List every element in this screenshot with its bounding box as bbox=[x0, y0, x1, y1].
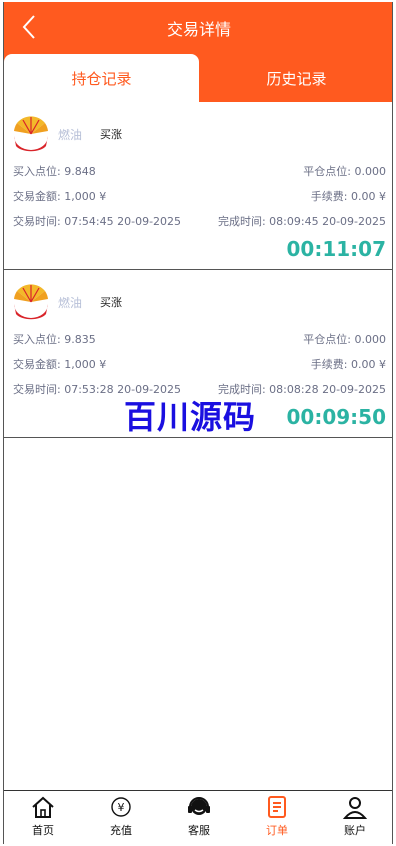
tabbar-account[interactable]: 账户 bbox=[316, 791, 392, 844]
trade-direction: 买涨 bbox=[100, 128, 123, 141]
header: 交易详情 持仓记录 历史记录 bbox=[4, 2, 392, 102]
order-card-head: 燃油 买涨 bbox=[12, 116, 122, 152]
app-frame: 交易详情 持仓记录 历史记录 燃油 买涨 买入点位: 9.848 平仓点位: 0… bbox=[3, 2, 393, 844]
fee: 手续费: 0.00 ¥ bbox=[310, 358, 386, 371]
order-card[interactable]: 燃油 买涨 买入点位: 9.848 平仓点位: 0.000 交易金额: 1,00… bbox=[4, 102, 392, 270]
trade-direction: 买涨 bbox=[100, 296, 123, 309]
yuan-coin-icon: ¥ bbox=[111, 797, 131, 817]
points-row: 买入点位: 9.848 平仓点位: 0.000 bbox=[13, 163, 386, 178]
trade-time: 交易时间: 07:54:45 20-09-2025 bbox=[13, 215, 182, 228]
order-card-head: 燃油 买涨 bbox=[12, 284, 122, 320]
product-name: 燃油 bbox=[58, 127, 83, 142]
tab-history-records[interactable]: 历史记录 bbox=[199, 54, 392, 102]
order-list: 燃油 买涨 买入点位: 9.848 平仓点位: 0.000 交易金额: 1,00… bbox=[4, 102, 392, 438]
tab-holding-records[interactable]: 持仓记录 bbox=[4, 54, 199, 102]
buy-point: 买入点位: 9.835 bbox=[13, 333, 96, 346]
amount-row: 交易金额: 1,000 ¥ 手续费: 0.00 ¥ bbox=[13, 188, 386, 203]
trade-amount: 交易金额: 1,000 ¥ bbox=[13, 358, 107, 371]
headset-icon bbox=[188, 797, 210, 815]
tabbar-support[interactable]: 客服 bbox=[160, 791, 238, 844]
tabbar-account-label: 账户 bbox=[344, 824, 366, 837]
close-point: 平仓点位: 0.000 bbox=[303, 333, 386, 346]
tabbar-orders[interactable]: 订单 bbox=[238, 791, 316, 844]
petrochina-logo-icon bbox=[14, 116, 48, 152]
trade-amount: 交易金额: 1,000 ¥ bbox=[13, 190, 107, 203]
tabbar-home-label: 首页 bbox=[32, 824, 54, 837]
document-icon bbox=[268, 796, 286, 818]
points-row: 买入点位: 9.835 平仓点位: 0.000 bbox=[13, 331, 386, 346]
amount-row: 交易金额: 1,000 ¥ 手续费: 0.00 ¥ bbox=[13, 356, 386, 371]
watermark: 百川源码 bbox=[124, 398, 257, 436]
finish-time: 完成时间: 08:09:45 20-09-2025 bbox=[217, 215, 386, 228]
user-icon bbox=[342, 797, 368, 819]
tabbar-orders-label: 订单 bbox=[266, 824, 288, 837]
buy-point: 买入点位: 9.848 bbox=[13, 165, 96, 178]
home-icon bbox=[32, 796, 54, 818]
countdown-timer: 00:09:50 bbox=[286, 405, 387, 429]
bottom-tab-bar: 首页 ¥ 充值 客服 订单 账户 bbox=[4, 790, 392, 844]
tabbar-home[interactable]: 首页 bbox=[4, 791, 82, 844]
svg-text:¥: ¥ bbox=[118, 801, 125, 814]
product-name: 燃油 bbox=[58, 295, 83, 310]
tabbar-recharge[interactable]: ¥ 充值 bbox=[82, 791, 160, 844]
countdown-timer: 00:11:07 bbox=[286, 237, 387, 261]
close-point: 平仓点位: 0.000 bbox=[303, 165, 386, 178]
tabbar-support-label: 客服 bbox=[188, 824, 210, 837]
time-row: 交易时间: 07:54:45 20-09-2025 完成时间: 08:09:45… bbox=[13, 213, 386, 228]
fee: 手续费: 0.00 ¥ bbox=[310, 190, 386, 203]
page-title: 交易详情 bbox=[166, 20, 231, 39]
tab-bar: 持仓记录 历史记录 bbox=[4, 54, 392, 102]
tabbar-recharge-label: 充值 bbox=[110, 824, 132, 837]
petrochina-logo-icon bbox=[14, 284, 48, 320]
